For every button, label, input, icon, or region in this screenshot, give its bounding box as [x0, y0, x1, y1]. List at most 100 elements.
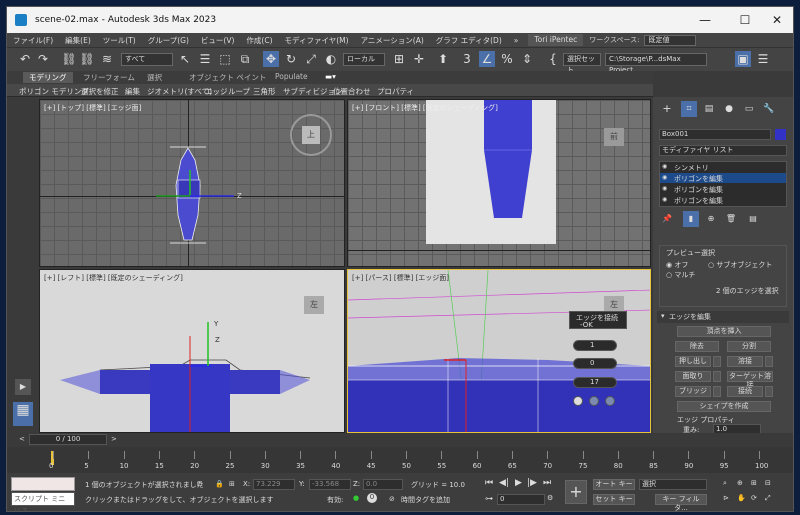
auto-key-button[interactable]: オート キー: [593, 479, 635, 490]
preview-subobject-radio[interactable]: ○ サブオブジェクト: [708, 260, 772, 270]
preview-multi-radio[interactable]: ○ マルチ: [666, 270, 695, 280]
chamfer-settings-icon[interactable]: [713, 371, 721, 382]
angle-snap-icon[interactable]: ∠: [479, 51, 495, 67]
caddy-pinch-field[interactable]: 0: [573, 358, 617, 369]
tab-modeling[interactable]: モデリング: [23, 72, 73, 83]
track-bar[interactable]: 0 5 10 15 20 25 30 35 40 45 50 55 60 65 70 75 80 85 90 95 10…: [7, 447, 793, 473]
maxscript-listener-pink[interactable]: [11, 477, 75, 491]
extrude-settings-icon[interactable]: [713, 356, 721, 367]
caddy-apply-icon[interactable]: [589, 396, 599, 406]
menu-file[interactable]: ファイル(F): [7, 35, 59, 46]
menu-create[interactable]: 作成(C): [240, 35, 278, 46]
create-tab-icon[interactable]: +: [659, 101, 675, 117]
zoom-extents-icon[interactable]: ⊞: [751, 479, 757, 487]
zoom-extents-all-icon[interactable]: ⊟: [765, 479, 771, 487]
select-manipulate-icon[interactable]: ✛: [411, 51, 427, 67]
ribbon-polygon-modeling[interactable]: ポリゴン モデリング: [19, 86, 89, 97]
isolate-icon[interactable]: ⊡: [197, 480, 203, 488]
absolute-mode-icon[interactable]: ⊞: [229, 480, 235, 488]
bridge-settings-icon[interactable]: [713, 386, 721, 397]
viewport-layout-icon[interactable]: ▦: [13, 402, 33, 426]
menu-graph-editors[interactable]: グラフ エディタ(D): [430, 35, 508, 46]
pin-stack-icon[interactable]: 📌: [659, 211, 675, 227]
viewport-left-label[interactable]: [+] [レフト] [標準] [既定のシェーディング]: [44, 273, 183, 283]
menu-group[interactable]: グループ(G): [142, 35, 195, 46]
preview-off-radio[interactable]: ◉ オフ: [666, 260, 688, 270]
window-crossing-icon[interactable]: ⧉: [237, 51, 253, 67]
play-side-icon[interactable]: ▶: [15, 379, 31, 395]
insert-vertex-button[interactable]: 頂点を挿入: [677, 326, 771, 337]
show-end-result-icon[interactable]: ▮: [683, 211, 699, 227]
key-selection-dropdown[interactable]: 選択: [639, 479, 707, 490]
stack-item-edit-poly-3[interactable]: ポリゴンを編集: [674, 196, 723, 206]
menu-edit[interactable]: 編集(E): [59, 35, 97, 46]
edit-edges-rollout-header[interactable]: ▾ エッジを編集: [657, 311, 789, 323]
z-coordinate-field[interactable]: 0.0: [363, 479, 403, 490]
zoom-icon[interactable]: ⌕: [723, 479, 727, 488]
next-frame-icon[interactable]: |▶: [527, 478, 537, 488]
prev-frame-icon[interactable]: ◀|: [499, 478, 509, 488]
object-color-swatch[interactable]: [775, 129, 786, 140]
orbit-icon[interactable]: ⟳: [751, 494, 757, 502]
zoom-all-icon[interactable]: ⊕: [737, 479, 743, 487]
time-config-icon[interactable]: ⚙: [547, 494, 553, 502]
link-icon[interactable]: ⛓: [61, 51, 77, 67]
snaps-toggle-icon[interactable]: 3: [459, 51, 475, 67]
edit-named-selection-icon[interactable]: {: [545, 51, 561, 67]
adaptive-degradation-icon[interactable]: 0: [367, 493, 377, 503]
eye-icon[interactable]: ◉: [662, 196, 667, 203]
remove-button[interactable]: 除去: [675, 341, 719, 352]
time-prev-icon[interactable]: <: [19, 435, 25, 443]
spinner-snap-icon[interactable]: ⇕: [519, 51, 535, 67]
maximize-viewport-icon[interactable]: ⤢: [765, 494, 771, 503]
keyboard-shortcut-icon[interactable]: ⬆: [435, 51, 451, 67]
reference-coord-dropdown[interactable]: ローカル: [343, 53, 385, 66]
key-filters-button[interactable]: キー フィルタ...: [655, 494, 707, 511]
modify-tab-icon[interactable]: ⌗: [681, 101, 697, 117]
viewport-perspective[interactable]: [+] [パース] [標準] [エッジ面] 左: [347, 269, 651, 433]
tab-populate[interactable]: Populate: [275, 72, 308, 81]
stack-item-edit-poly-1[interactable]: ポリゴンを編集: [674, 174, 723, 184]
target-weld-button[interactable]: ターゲット溶接: [727, 371, 773, 389]
configure-sets-icon[interactable]: ▤: [745, 211, 761, 227]
caddy-cancel-icon[interactable]: [605, 396, 615, 406]
time-next-icon[interactable]: >: [111, 435, 117, 443]
close-button[interactable]: ✕: [757, 7, 793, 33]
redo-icon[interactable]: ↷: [35, 51, 51, 67]
set-key-button[interactable]: セット キー: [593, 494, 635, 505]
menu-animation[interactable]: アニメーション(A): [355, 35, 430, 46]
current-frame-field[interactable]: 0: [497, 494, 545, 505]
rect-selection-icon[interactable]: ⬚: [217, 51, 233, 67]
ribbon-tris[interactable]: 三角形: [253, 86, 276, 97]
caddy-ok-icon[interactable]: [573, 396, 583, 406]
set-key-big-icon[interactable]: +: [565, 480, 587, 504]
goto-start-icon[interactable]: ⏮: [485, 478, 493, 488]
ribbon-properties[interactable]: プロパティ: [377, 86, 414, 97]
bridge-button[interactable]: ブリッジ: [675, 386, 711, 397]
make-unique-icon[interactable]: ⊕: [703, 211, 719, 227]
create-shape-button[interactable]: シェイプを作成: [677, 401, 771, 412]
viewport-front-label[interactable]: [+] [フロント] [標準] [既定のシェーディング]: [352, 103, 498, 113]
percent-snap-icon[interactable]: %: [499, 51, 515, 67]
play-icon[interactable]: ▶: [515, 478, 522, 488]
ribbon-loops[interactable]: ループ: [228, 86, 250, 97]
remove-modifier-icon[interactable]: 🗑: [723, 211, 739, 227]
ribbon-align[interactable]: 位置合わせ: [333, 86, 371, 97]
weld-settings-icon[interactable]: [765, 356, 773, 367]
weld-button[interactable]: 溶接: [727, 356, 763, 367]
motion-tab-icon[interactable]: ●: [721, 101, 737, 117]
placement-icon[interactable]: ◐: [323, 51, 339, 67]
display-tab-icon[interactable]: ▭: [741, 101, 757, 117]
menu-view[interactable]: ビュー(V): [195, 35, 240, 46]
fov-icon[interactable]: ⊳: [723, 494, 729, 502]
x-coordinate-field[interactable]: 73.229: [253, 479, 295, 490]
minimize-button[interactable]: —: [685, 7, 725, 33]
view-cube-left[interactable]: 左: [304, 296, 324, 314]
ribbon-geometry-all[interactable]: ジオメトリ(すべて): [147, 86, 212, 97]
menu-modifiers[interactable]: モディファイヤ(M): [279, 35, 355, 46]
maxscript-mini-listener[interactable]: スクリプト ミニ リス: [11, 492, 75, 511]
select-object-icon[interactable]: ↖: [177, 51, 193, 67]
utilities-tab-icon[interactable]: 🔧: [761, 101, 777, 117]
ribbon-edit[interactable]: 編集: [125, 86, 140, 97]
tab-selection[interactable]: 選択: [147, 72, 162, 83]
